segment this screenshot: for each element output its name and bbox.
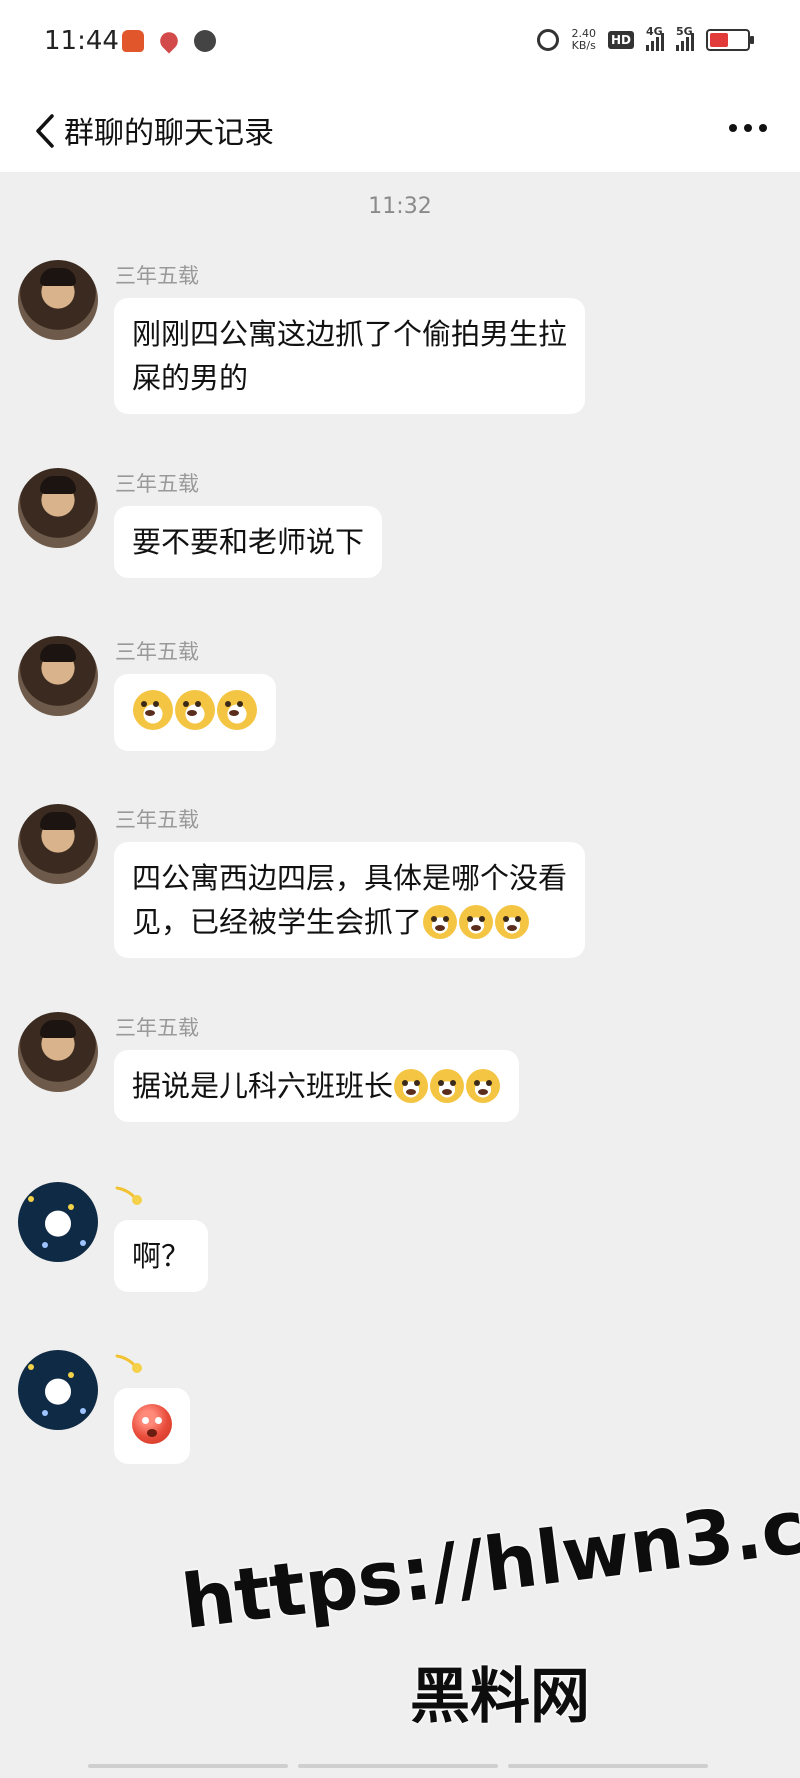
sender-name: 三年五载 [115, 808, 199, 832]
dog-face-emoji-icon [394, 1069, 429, 1103]
signal-sim2-icon: 5G [676, 25, 694, 51]
shooting-star-icon [115, 1186, 142, 1205]
message-text: 据说是儿科六班班长 [132, 1069, 394, 1103]
red-face-emoji-icon [132, 1404, 172, 1444]
dog-face-emoji-icon [423, 905, 458, 939]
home-indicator [88, 1764, 708, 1768]
message-bubble[interactable]: 要不要和老师说下 [114, 506, 383, 578]
avatar[interactable] [18, 1350, 98, 1430]
signal-sim1-icon: 4G [646, 25, 664, 51]
message-bubble[interactable]: 四公寓西边四层，具体是哪个没看 见，已经被学生会抓了 [114, 842, 586, 958]
time-divider: 11:32 [368, 194, 432, 219]
status-bar: 11:44 2.40 KB/s HD 4G 5G [0, 0, 800, 88]
message-text: 要不要和老师说下 [132, 525, 365, 559]
message-text: 见，已经被学生会抓了 [132, 905, 423, 939]
system-icons: 2.40 KB/s HD 4G 5G [537, 25, 754, 52]
sender-name: 三年五载 [115, 1016, 199, 1040]
page-title: 群聊的聊天记录 [64, 116, 274, 151]
dog-face-emoji-icon [133, 690, 173, 730]
message-text: 屎的男的 [132, 361, 249, 395]
alarm-icon [537, 29, 560, 51]
network-speed: 2.40 KB/s [571, 28, 596, 52]
avatar[interactable] [18, 636, 98, 716]
sender-name: 三年五载 [115, 264, 199, 288]
dog-face-emoji-icon [495, 905, 530, 939]
avatar[interactable] [18, 468, 98, 548]
notification-icons [122, 28, 216, 54]
avatar[interactable] [18, 1012, 98, 1092]
status-time: 11:44 [44, 26, 119, 56]
upload-icon [194, 30, 216, 52]
nav-bar: 群聊的聊天记录 [0, 88, 800, 172]
dog-face-emoji-icon [459, 905, 494, 939]
battery-icon [706, 29, 754, 51]
message-text: 啊？ [132, 1239, 191, 1273]
battery-level [710, 33, 728, 47]
shooting-star-icon [115, 1354, 142, 1373]
avatar[interactable] [18, 260, 98, 340]
network-speed-unit: KB/s [571, 39, 596, 52]
message-text: 刚刚四公寓这边抓了个偷拍男生拉 [132, 317, 568, 351]
sender-name: 三年五载 [115, 640, 199, 664]
dog-face-emoji-icon [466, 1069, 501, 1103]
chat-history[interactable]: 11:32 三年五载 刚刚四公寓这边抓了个偷拍男生拉 屎的男的 三年五载 要不要… [0, 172, 800, 1778]
message-bubble[interactable]: 啊？ [114, 1220, 209, 1292]
location-icon [156, 28, 182, 54]
more-icon[interactable] [726, 118, 770, 138]
dog-face-emoji-icon [217, 690, 257, 730]
dog-face-emoji-icon [430, 1069, 465, 1103]
sim2-network-label: 5G [676, 25, 693, 38]
sim1-network-label: 4G [646, 25, 663, 38]
avatar[interactable] [18, 804, 98, 884]
message-bubble[interactable] [114, 1388, 190, 1464]
message-text: 四公寓西边四层，具体是哪个没看 [132, 861, 568, 895]
message-bubble[interactable]: 刚刚四公寓这边抓了个偷拍男生拉 屎的男的 [114, 298, 586, 414]
avatar[interactable] [18, 1182, 98, 1262]
back-icon[interactable] [30, 112, 64, 150]
message-bubble[interactable]: 据说是儿科六班班长 [114, 1050, 520, 1122]
hd-icon: HD [607, 31, 634, 49]
sender-name: 三年五载 [115, 472, 199, 496]
app-notification-icon [122, 30, 144, 52]
message-bubble[interactable] [114, 674, 276, 751]
dog-face-emoji-icon [175, 690, 215, 730]
